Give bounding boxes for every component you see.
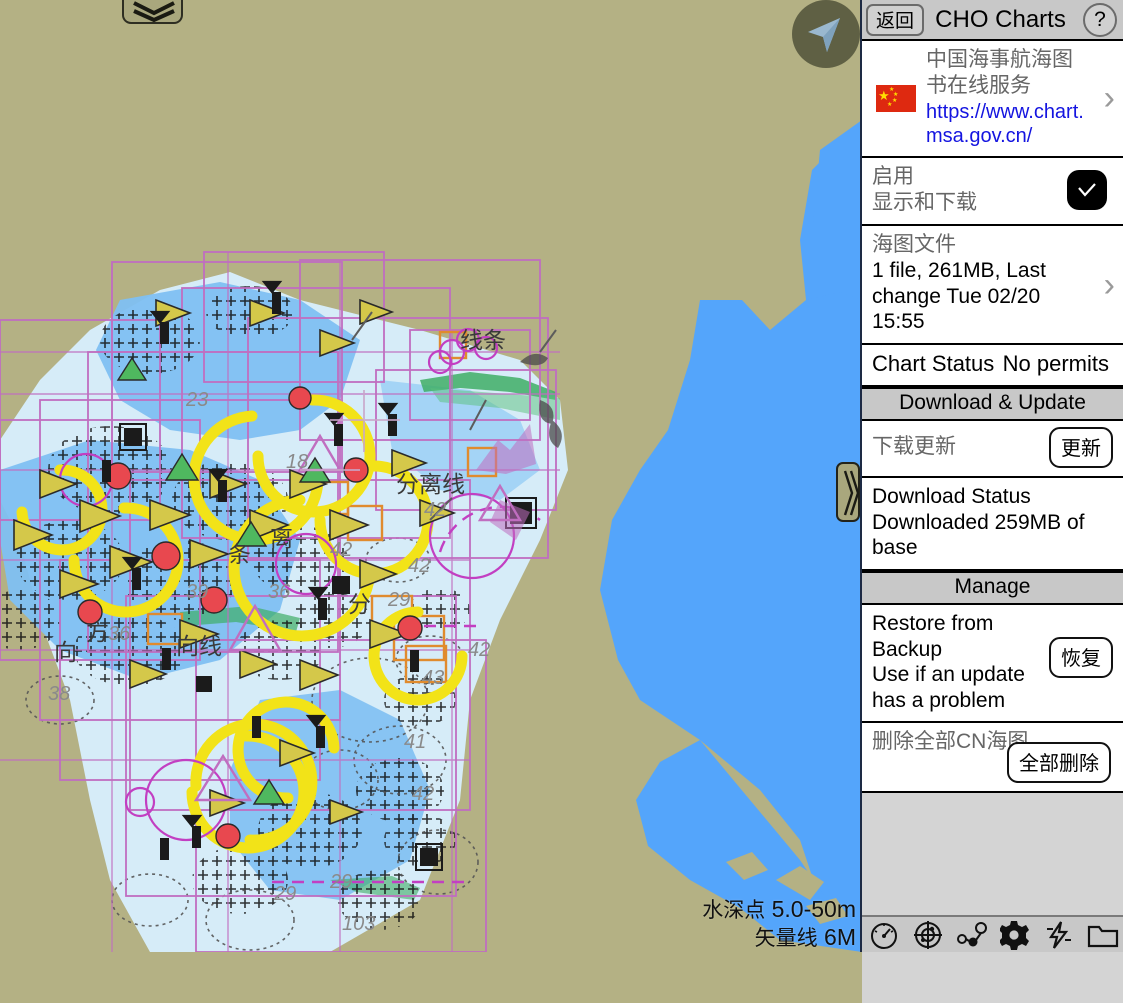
- compass-north-button[interactable]: [792, 0, 860, 68]
- svg-text:向: 向: [54, 639, 77, 665]
- chevron-right-icon: ›: [1103, 265, 1115, 304]
- gauge-icon[interactable]: [866, 919, 902, 951]
- legend-depth-value: 5.0-50m: [771, 895, 856, 922]
- chart-status-label: Chart Status: [872, 351, 995, 377]
- svg-text:42: 42: [412, 783, 434, 805]
- bottom-toolbar: [862, 915, 1123, 952]
- svg-text:36: 36: [108, 623, 131, 645]
- chart-files-detail: 1 file, 261MB, Last change Tue 02/20 15:…: [872, 259, 1046, 334]
- china-flag-icon: ★ ★ ★ ★ ★: [876, 85, 916, 112]
- download-status-detail: Downloaded 259MB of base: [872, 510, 1085, 560]
- legend-row-vector: 矢量线 6M: [702, 923, 856, 952]
- svg-text:103: 103: [342, 913, 375, 935]
- section-manage: Manage: [862, 570, 1123, 605]
- legend-vector-label: 矢量线: [754, 927, 818, 951]
- svg-text:方: 方: [86, 619, 109, 645]
- folder-icon[interactable]: [1085, 919, 1121, 951]
- section-download-update: Download & Update: [862, 387, 1123, 422]
- svg-text:分: 分: [348, 591, 371, 617]
- legend-vector-value: 6M: [824, 924, 856, 951]
- svg-text:43: 43: [422, 667, 444, 689]
- row-chart-files[interactable]: 海图文件 1 file, 261MB, Last change Tue 02/2…: [862, 226, 1123, 346]
- download-update-label: 下载更新: [872, 435, 956, 459]
- svg-text:分离线: 分离线: [396, 471, 465, 497]
- settings-list: ★ ★ ★ ★ ★ 中国海事航海图书在线服务 https://www.chart.m…: [862, 41, 1123, 794]
- route-waypoints-icon[interactable]: [954, 919, 990, 951]
- svg-text:42: 42: [408, 555, 430, 577]
- row-online-service[interactable]: ★ ★ ★ ★ ★ 中国海事航海图书在线服务 https://www.chart.m…: [862, 41, 1123, 158]
- chart-settings-panel: 返回 CHO Charts ? ★ ★ ★ ★ ★ 中国海事航海图书在线服务 htt…: [860, 0, 1123, 1003]
- legend-row-depth: 水深点 5.0-50m: [702, 895, 856, 924]
- svg-text:38: 38: [48, 683, 70, 705]
- svg-text:42: 42: [330, 539, 352, 561]
- svg-text:向线: 向线: [176, 633, 222, 659]
- svg-text:23: 23: [185, 389, 208, 411]
- chart-files-title: 海图文件: [872, 233, 956, 256]
- svg-text:线条: 线条: [460, 327, 506, 353]
- map-collapse-handle[interactable]: [122, 0, 183, 24]
- svg-text:29: 29: [273, 883, 296, 905]
- chart-status-value: No permits: [1002, 351, 1109, 377]
- panel-titlebar: 返回 CHO Charts ?: [862, 0, 1123, 41]
- svg-text:41: 41: [404, 731, 426, 753]
- restore-title: Restore from Backup: [872, 611, 994, 661]
- chevron-right-icon: ›: [1103, 79, 1115, 118]
- restore-button[interactable]: 恢复: [1049, 636, 1113, 678]
- back-button[interactable]: 返回: [866, 3, 924, 36]
- lightning-icon[interactable]: [1041, 919, 1077, 951]
- row-download-update[interactable]: 下载更新 更新: [862, 421, 1123, 479]
- gear-icon[interactable]: [997, 919, 1033, 951]
- check-icon: [1078, 183, 1096, 197]
- row-download-status: Download Status Downloaded 259MB of base: [862, 478, 1123, 571]
- app-root: 23 42 42 42 39 36 41 42 29 29 103 29 36 …: [0, 0, 1123, 1003]
- map-legend: 水深点 5.0-50m 矢量线 6M: [702, 895, 856, 952]
- svg-text:42: 42: [468, 639, 490, 661]
- download-status-title: Download Status: [872, 485, 1031, 509]
- service-url[interactable]: https://www.chart.msa.gov.cn/: [926, 100, 1093, 148]
- chart-map[interactable]: 23 42 42 42 39 36 41 42 29 29 103 29 36 …: [0, 0, 862, 952]
- legend-depth-label: 水深点: [702, 898, 766, 922]
- row-delete-all[interactable]: 删除全部CN海图 全部删除: [862, 723, 1123, 794]
- nautical-chart-canvas: 23 42 42 42 39 36 41 42 29 29 103 29 36 …: [0, 0, 862, 952]
- panel-empty-area: [862, 793, 1123, 1003]
- row-restore-backup[interactable]: Restore from Backup Use if an update has…: [862, 604, 1123, 724]
- svg-text:条: 条: [228, 541, 251, 567]
- update-button[interactable]: 更新: [1049, 427, 1113, 469]
- svg-text:36: 36: [268, 581, 291, 603]
- restore-detail: Use if an update has a problem: [872, 663, 1025, 712]
- radar-icon[interactable]: [910, 919, 946, 951]
- svg-text:29: 29: [387, 589, 410, 611]
- panel-drag-handle[interactable]: [836, 462, 860, 522]
- enable-checkbox[interactable]: [1067, 169, 1107, 210]
- row-chart-status: Chart Status No permits: [862, 345, 1123, 388]
- row-enable[interactable]: 启用 显示和下载: [862, 157, 1123, 226]
- svg-text:29: 29: [329, 871, 352, 893]
- help-button[interactable]: ?: [1083, 2, 1117, 37]
- svg-text:离: 离: [270, 525, 293, 551]
- svg-text:39: 39: [186, 581, 208, 603]
- enable-title: 启用: [872, 164, 914, 188]
- page-title: CHO Charts: [935, 5, 1066, 33]
- enable-subtitle: 显示和下载: [872, 190, 977, 214]
- delete-all-button[interactable]: 全部删除: [1007, 742, 1111, 784]
- svg-text:42: 42: [424, 499, 446, 521]
- service-name: 中国海事航海图书在线服务: [926, 48, 1073, 98]
